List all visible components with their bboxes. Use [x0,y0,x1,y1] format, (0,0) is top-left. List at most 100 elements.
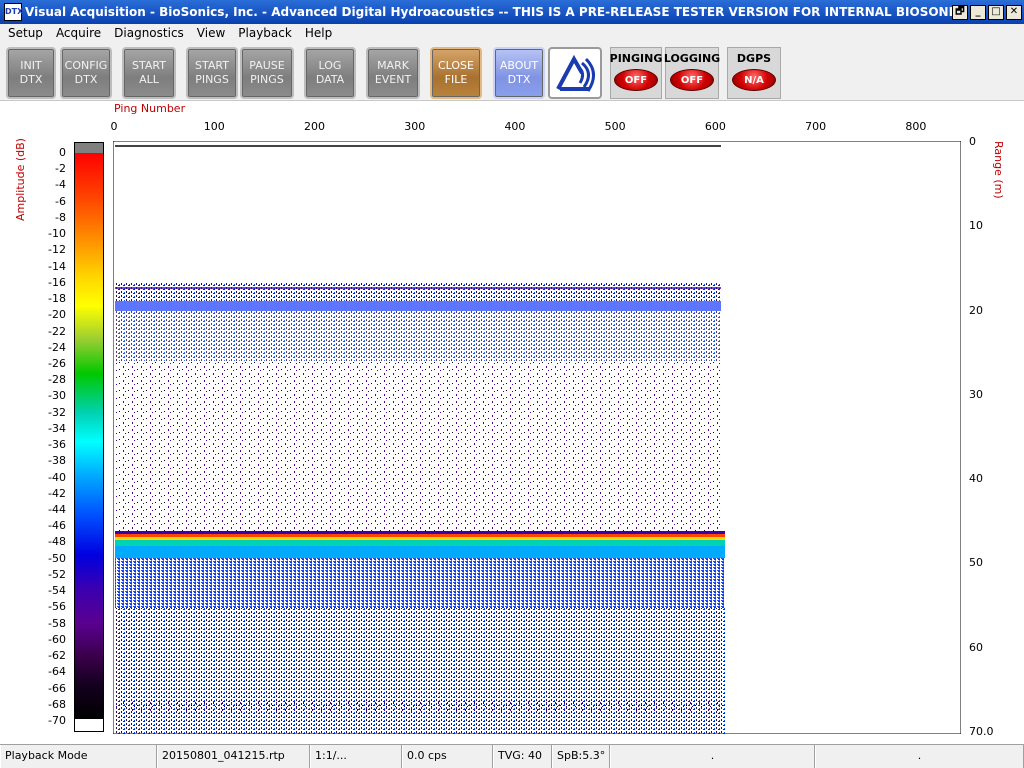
colorbar-tick-label: -24 [48,340,66,354]
logging-state: OFF [670,69,714,91]
biosonics-logo-button[interactable] [548,47,602,99]
colorbar-tick-label: -52 [48,567,66,581]
maximize-icon[interactable]: □ [988,4,1004,20]
config-dtx-button[interactable]: CONFIG DTX [60,47,112,99]
app-icon[interactable]: DTX [4,3,23,21]
window-title: Visual Acquisition - BioSonics, Inc. - A… [25,5,952,19]
menu-bar: Setup Acquire Diagnostics View Playback … [0,24,1024,42]
menu-setup[interactable]: Setup [0,26,48,40]
dgps-label: DGPS [736,52,772,65]
colorbar-tick-label: -50 [48,551,66,565]
close-file-button[interactable]: CLOSE FILE [430,47,482,99]
menu-playback[interactable]: Playback [230,26,297,40]
colorbar-tick-label: -42 [48,486,66,500]
colorbar-tick-label: -18 [48,292,66,306]
colorbar-tick-label: -4 [55,178,66,192]
amplitude-axis-label: Amplitude (dB) [14,138,27,221]
start-all-button[interactable]: START ALL [122,47,176,99]
minimize-icon[interactable]: _ [970,4,986,20]
colorbar-tick-label: -30 [48,389,66,403]
status-ratio: 1:1/... [310,745,402,768]
colorbar-tick-label: -16 [48,275,66,289]
colorbar-tick-label: -68 [48,697,66,711]
pause-pings-button[interactable]: PAUSE PINGS [240,47,294,99]
colorbar-tick-label: -22 [48,324,66,338]
menu-diagnostics[interactable]: Diagnostics [106,26,189,40]
x-tick-label: 800 [905,120,927,133]
colorbar-tick-label: -20 [48,308,66,322]
colorbar-tick-label: -8 [55,210,66,224]
menu-help[interactable]: Help [297,26,337,40]
restore-icon[interactable]: 🗗 [952,4,968,20]
echogram-canvas[interactable] [113,141,961,734]
colorbar-tick-label: -32 [48,405,66,419]
x-axis-label: Ping Number [114,102,186,115]
range-axis-label: Range (m) [992,141,1005,199]
pinging-state: OFF [614,69,658,91]
x-tick-label: 0 [110,120,118,133]
status-mode: Playback Mode [0,745,157,768]
range-tick-label: 30 [969,387,983,401]
mark-event-button[interactable]: MARK EVENT [366,47,420,99]
range-tick-label: 20 [969,303,983,317]
range-tick-label: 50 [969,556,983,570]
status-file: 20150801_041215.rtp [157,745,310,768]
x-tick-label: 400 [504,120,526,133]
colorbar-tick-label: -56 [48,600,66,614]
status-spb: SpB:5.3° [552,745,610,768]
colorbar-tick-label: -40 [48,470,66,484]
colorbar-tick-label: -44 [48,503,66,517]
logging-label: LOGGING [663,52,721,65]
colorbar-tick-label: -34 [48,421,66,435]
log-data-button[interactable]: LOG DATA [304,47,356,99]
colorbar-tick-label: -38 [48,454,66,468]
status-extra-2: . [815,745,1024,768]
x-tick-label: 200 [303,120,325,133]
biosonics-logo-icon [556,54,595,92]
pinging-label: PINGING [609,52,663,65]
colorbar-tick-label: -54 [48,584,66,598]
range-tick-label: 70.0 [969,725,994,738]
colorbar-tick-label: -2 [55,162,66,176]
menu-acquire[interactable]: Acquire [48,26,106,40]
colorbar-tick-label: -14 [48,259,66,273]
colorbar-tick-label: -26 [48,356,66,370]
colorbar-tick-label: -10 [48,227,66,241]
x-tick-label: 100 [203,120,225,133]
colorbar-tick-label: -64 [48,665,66,679]
dgps-indicator: DGPS N/A [727,47,781,99]
x-tick-label: 600 [704,120,726,133]
pinging-indicator: PINGING OFF [610,47,662,99]
colorbar-tick-label: -62 [48,649,66,663]
range-tick-label: 60 [969,640,983,654]
init-dtx-button[interactable]: INIT DTX [6,47,56,99]
x-tick-label: 300 [404,120,426,133]
logging-indicator: LOGGING OFF [663,47,721,99]
title-bar: DTX Visual Acquisition - BioSonics, Inc.… [0,0,1024,24]
colorbar-tick-label: -58 [48,616,66,630]
dgps-state: N/A [732,69,776,91]
range-tick-label: 0 [969,135,976,148]
range-tick-label: 40 [969,472,983,486]
colorbar-tick-label: -70 [48,714,66,727]
colorbar-tick-label: -46 [48,519,66,533]
colorbar-tick-label: -60 [48,632,66,646]
status-tvg: TVG: 40 [493,745,552,768]
toolbar: INIT DTX CONFIG DTX START ALL START PING… [0,43,1024,101]
x-tick-label: 700 [805,120,827,133]
menu-view[interactable]: View [189,26,230,40]
colorbar-tick-label: 0 [59,146,66,159]
about-dtx-button[interactable]: ABOUT DTX [493,47,545,99]
colorbar-tick-label: -36 [48,438,66,452]
start-pings-button[interactable]: START PINGS [186,47,238,99]
status-bar: Playback Mode 20150801_041215.rtp 1:1/..… [0,744,1024,768]
status-rate: 0.0 cps [402,745,493,768]
colorbar-tick-label: -6 [55,194,66,208]
app-window: DTX Visual Acquisition - BioSonics, Inc.… [0,0,1024,768]
x-tick-label: 500 [604,120,626,133]
close-icon[interactable]: ✕ [1006,4,1022,20]
status-extra-1: . [610,745,815,768]
colorbar-tick-label: -48 [48,535,66,549]
colorbar-tick-label: -66 [48,681,66,695]
range-tick-label: 10 [969,219,983,233]
